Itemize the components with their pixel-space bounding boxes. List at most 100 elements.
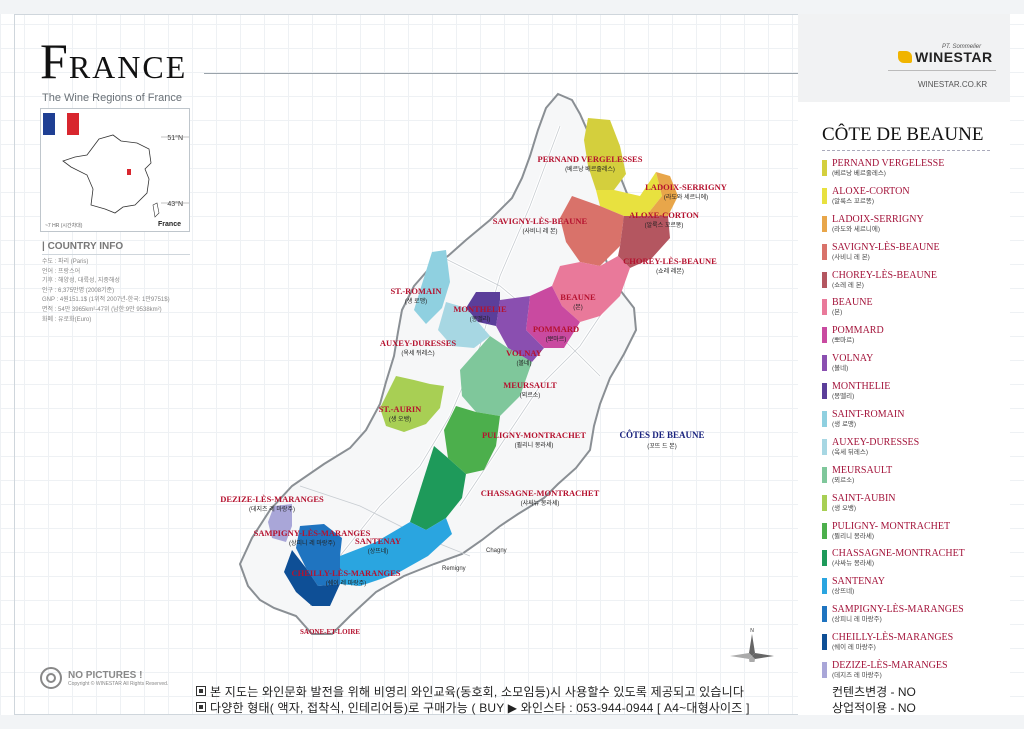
brand-url-link[interactable]: WINESTAR.CO.KR [918,80,987,89]
map-label: ALOXE-CORTON [629,210,700,220]
legend-item-name: DEZIZE-LÈS-MARANGES [832,660,948,672]
country-info-line: 수도 : 파리 (Paris) [42,259,89,265]
winestar-logo[interactable]: WINESTAR [898,49,993,65]
map-label: CHASSAGNE-MONTRACHET [481,488,600,498]
legend-item-name: MEURSAULT [832,464,893,476]
map-label: DEZIZE-LÈS-MARANGES [220,494,324,504]
france-inset-map: 51°N 43°N ~7 HR (시간차대) France [40,108,190,232]
map-label-ko: (샤싸뉴 몽라셰) [521,499,560,507]
top-border [0,0,1024,14]
country-info-list: 수도 : 파리 (Paris) 언어 : 프랑스어 기후 : 해양성, 대륙성,… [42,258,170,325]
country-info-line: 언어 : 프랑스어 [42,268,81,275]
legend-swatch [822,243,827,260]
legend-swatch [822,634,827,651]
bottom-border [0,715,1024,729]
legend-item-name: SAINT-ROMAIN [832,409,905,421]
map-label: SAVIGNY-LÈS-BEAUNE [493,216,588,226]
map-label: CHOREY-LÈS-BEAUNE [623,256,717,266]
legend-item-name-ko: (옥세 뒤레스) [832,448,869,456]
legend-item-name: SAINT-AUBIN [832,492,896,504]
legend-item-name: VOLNAY [832,353,874,365]
legend-item-name: SANTENAY [832,576,885,588]
map-label-ko: (옥세 뒤레스) [401,349,434,357]
country-info-line: 기후 : 해양성, 대륙성, 지중해성 [42,278,120,285]
inset-scale: ~7 HR (시간차대) [45,223,83,229]
legend-swatch [822,215,827,232]
legend-item-name: LADOIX-SERRIGNY [832,213,924,225]
map-label-ko: (뽀마르) [546,335,567,343]
footer-line-2-right: 상업적이용 - NO [832,701,916,715]
map-label: PERNAND VERGELESSES [538,154,643,164]
legend-item-name: MONTHELIE [832,381,891,393]
legend-item-name: SAVIGNY-LÈS-BEAUNE [832,241,940,253]
title-rule [204,73,798,74]
town-saone-et-loire: SAONE-ET-LOIRE [300,628,360,636]
legend-item-name-ko: (사비니 레 본) [832,253,870,261]
map-label-ko: (몽뗄리) [470,315,491,323]
legend-item: ALOXE-CORTON (알룩스 꼬르똥) [822,186,965,214]
footer-line-1-text: 본 지도는 와인문화 발전을 위해 비영리 와인교육(동호회, 소모임등)시 사… [210,685,745,699]
map-label: PULIGNY-MONTRACHET [482,430,586,440]
winestar-logo-icon [898,51,912,63]
map-label-ko: (본) [573,304,583,311]
map-label-ko: (알룩스 꼬르똥) [645,221,684,229]
legend-item-name-ko: (알룩스 꼬르똥) [832,197,875,205]
legend-swatch [822,550,827,567]
legend-item-name: SAMPIGNY-LÈS-MARANGES [832,604,964,616]
map-label-ko: (쉐이 레 마랑주) [326,579,366,587]
legend-item: PULIGNY- MONTRACHET (퓔리니 몽라셰) [822,521,965,549]
legend-item: MEURSAULT (뫼르소) [822,465,965,493]
page-subtitle: The Wine Regions of France [42,92,183,104]
map-label: BEAUNE [560,292,596,302]
compass-north: N [750,628,754,634]
map-label: VOLNAY [506,348,542,358]
legend-item-name: ALOXE-CORTON [832,185,910,197]
legend-item-name-ko: (생 오뱅) [832,504,857,512]
legend-rule [822,150,990,151]
map-label-ko: (생 로맹) [405,297,427,305]
legend-swatch [822,299,827,316]
no-pictures-text: NO PICTURES ! [68,669,143,681]
legend-item-name-ko: (몽뗄리) [832,393,855,401]
cotes-de-beaune-label: CÔTES DE BEAUNE [619,430,704,440]
legend-item-name-ko: (상피니 레 마랑주) [832,616,882,624]
cotes-de-beaune-label-ko: (꼬뜨 드 본) [647,443,676,450]
map-label: POMMARD [533,324,579,334]
legend-item-name: CHOREY-LÈS-BEAUNE [832,269,937,281]
legend-item-name: POMMARD [832,325,884,337]
legend-swatch [822,466,827,483]
compass-rose-icon: N [730,628,774,662]
legend-item: SAINT-ROMAIN (생 로맹) [822,409,965,437]
map-label-ko: (볼네) [516,359,531,367]
footer-line-2: 다양한 형태( 액자, 접착식, 인테리어등)로 구매가능 ( BUY ▶ 와인… [196,699,750,716]
legend-item: BEAUNE (본) [822,297,965,325]
map-label: AUXEY-DURESSES [380,338,456,348]
legend-item: CHOREY-LÈS-BEAUNE (쇼레 레 본) [822,270,965,298]
footer-line-2-text: 다양한 형태( 액자, 접착식, 인테리어등)로 구매가능 ( BUY ▶ 와인… [210,701,750,715]
country-info-line: GNP : 4원151.1$ (1위적 2007년-한국: 1만9751$) [42,297,170,304]
country-info-line: 인구 : 6,375만명 (2008기준) [42,287,115,294]
legend-item-name-ko: (쇼레 레 본) [832,281,864,289]
legend-swatch [822,438,827,455]
brand-rule [888,70,996,71]
country-info-heading: | COUNTRY INFO [42,241,124,252]
bullet-icon [196,686,206,696]
legend-swatch [822,383,827,400]
france-outline-icon [62,134,189,218]
bullet-icon [196,702,206,712]
legend-item-name-ko: (쉐이 레 마랑주) [832,644,876,652]
legend-item: SAMPIGNY-LÈS-MARANGES (상피니 레 마랑주) [822,604,965,632]
map-label-ko: (라도와 세르니에) [664,193,708,201]
page-title: FRANCE [40,33,188,89]
legend-item-name-ko: (볼네) [832,365,849,373]
legend-item-name-ko: (뽀마르) [832,337,855,345]
legend-item: SAINT-AUBIN (생 오뱅) [822,493,965,521]
legend-item-name: AUXEY-DURESSES [832,436,920,448]
legend-swatch [822,327,827,344]
brand-name: WINESTAR [915,49,993,65]
legend-swatch [822,662,827,679]
legend-item-name: PERNAND VERGELESSE [832,158,945,169]
legend-item-name-ko: (퓔리니 몽라셰) [832,532,875,540]
map-label: MEURSAULT [503,380,557,390]
inset-label: France [158,221,181,228]
